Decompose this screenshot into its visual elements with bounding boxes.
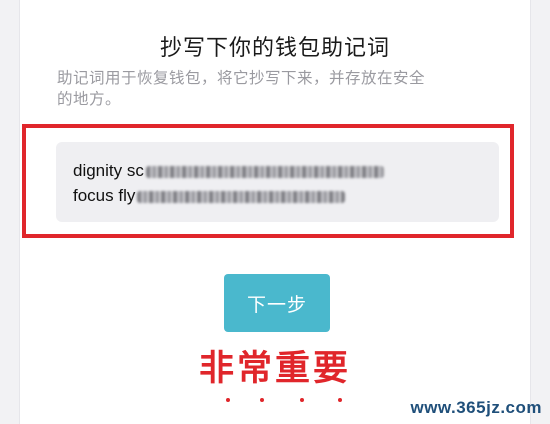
blurred-words-2 <box>137 190 346 203</box>
mnemonic-line-2: focus fly <box>73 186 346 206</box>
emphasis-dots <box>220 398 350 404</box>
important-annotation: 非常重要 <box>198 349 351 389</box>
page-title: 抄写下你的钱包助记词 <box>159 36 390 61</box>
blurred-words-1 <box>145 165 384 178</box>
instruction-text: 助记词用于恢复钱包，将它抄写下来，并存放在安全 的地方。 <box>57 68 497 110</box>
emphasis-dot <box>300 398 304 402</box>
instruction-line-1: 助记词用于恢复钱包，将它抄写下来，并存放在安全 <box>57 69 426 87</box>
emphasis-dot <box>260 398 264 402</box>
instruction-line-2: 的地方。 <box>57 90 122 108</box>
mnemonic-visible-text-2: focus fly <box>73 186 136 205</box>
emphasis-dot <box>226 398 230 402</box>
mnemonic-line-1: dignity sc <box>73 161 384 181</box>
mnemonic-visible-text-1: dignity sc <box>73 161 144 180</box>
emphasis-dot <box>338 398 342 402</box>
next-step-button[interactable]: 下一步 <box>224 274 330 332</box>
site-watermark: www.365jz.com <box>410 398 542 417</box>
mnemonic-phrase-box: dignity sc focus fly <box>56 142 499 222</box>
